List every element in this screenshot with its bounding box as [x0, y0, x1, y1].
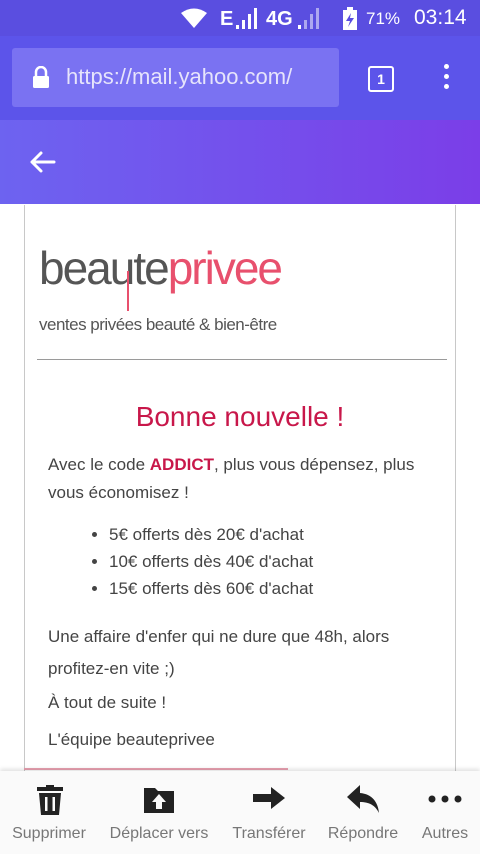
reply-label: Répondre	[327, 825, 399, 842]
overflow-menu-icon[interactable]	[436, 64, 456, 94]
back-arrow-icon[interactable]	[28, 150, 56, 174]
more-button[interactable]: Autres	[410, 771, 480, 854]
deal-paragraph: Une affaire d'enfer qui ne dure que 48h,…	[48, 627, 390, 678]
intro-text-start: Avec le code	[48, 455, 150, 474]
logo-main: beaute	[39, 242, 170, 294]
delete-button[interactable]: Supprimer	[4, 771, 94, 854]
battery-icon	[343, 7, 357, 30]
promo-code: ADDICT	[149, 455, 214, 474]
move-label: Déplacer vers	[109, 825, 209, 842]
offers-list: 5€ offerts dès 20€ d'achat 10€ offerts d…	[89, 521, 313, 602]
forward-label: Transférer	[232, 825, 306, 842]
delete-label: Supprimer	[12, 825, 86, 842]
status-bar: E 4G 71% 03:14	[0, 0, 480, 36]
logo-mark	[127, 271, 129, 311]
lock-icon	[33, 66, 49, 88]
intro-paragraph: Avec le code ADDICT, plus vous dépensez,…	[48, 451, 438, 507]
move-button[interactable]: Déplacer vers	[104, 771, 214, 854]
mail-header	[0, 120, 480, 204]
divider	[37, 359, 447, 360]
logo-accent: privee	[167, 242, 283, 294]
clock: 03:14	[414, 6, 467, 29]
greeting-text: À tout de suite !	[48, 693, 167, 712]
network-type-e: E	[220, 8, 234, 30]
message-action-bar: Supprimer Déplacer vers Transférer Répon…	[0, 771, 480, 854]
logo-tagline: ventes privées beauté & bien-être	[39, 315, 277, 334]
url-text: https://mail.yahoo.com/	[66, 64, 293, 89]
list-item: 15€ offerts dès 60€ d'achat	[109, 575, 313, 602]
signal-icon	[298, 8, 319, 29]
network-type-4g: 4G	[266, 8, 293, 30]
trash-icon	[37, 785, 63, 815]
browser-toolbar: https://mail.yahoo.com/ 1	[0, 36, 480, 120]
list-item: 5€ offerts dès 20€ d'achat	[109, 521, 313, 548]
signal-icon	[236, 8, 257, 29]
more-dots-icon	[428, 795, 462, 803]
list-item: 10€ offerts dès 40€ d'achat	[109, 548, 313, 575]
more-label: Autres	[421, 825, 469, 842]
email-headline: Bonne nouvelle !	[135, 401, 345, 432]
reply-button[interactable]: Répondre	[318, 771, 408, 854]
forward-button[interactable]: Transférer	[224, 771, 314, 854]
move-to-folder-icon	[144, 788, 174, 813]
url-bar[interactable]: https://mail.yahoo.com/	[12, 48, 339, 107]
content-accent-line	[24, 768, 288, 770]
email-body: beauteprivee ventes privées beauté & bie…	[24, 205, 456, 786]
battery-percent: 71%	[366, 9, 401, 28]
reply-icon	[347, 785, 379, 813]
brand-logo: beauteprivee	[39, 241, 283, 295]
tabs-icon[interactable]: 1	[368, 66, 394, 92]
wifi-icon	[181, 8, 207, 28]
signature-text: L'équipe beauteprivee	[48, 730, 215, 749]
forward-arrow-icon	[253, 787, 285, 809]
